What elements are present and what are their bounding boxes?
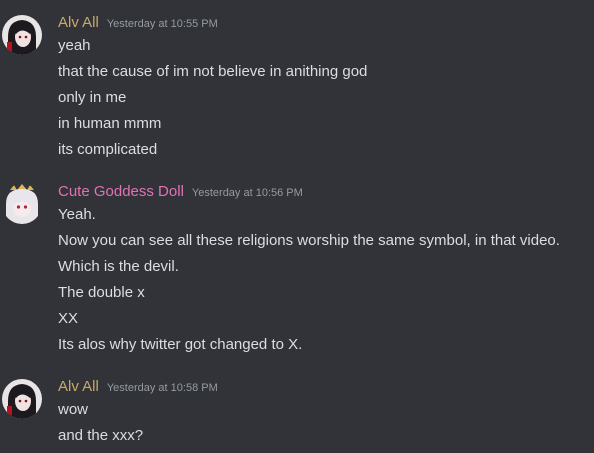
message-line: XX bbox=[58, 310, 79, 327]
message-line: Now you can see all these religions wors… bbox=[58, 232, 560, 249]
message-group-alv-2: Alv All Yesterday at 10:58 PM wow and th… bbox=[0, 365, 594, 453]
message-line: wow bbox=[58, 401, 89, 418]
message-line: Yeah. bbox=[58, 206, 96, 223]
message-line: Which is the devil. bbox=[58, 258, 179, 275]
message-line: yeah bbox=[58, 37, 91, 54]
user-avatar-goddess[interactable] bbox=[2, 184, 42, 224]
message-group-alv-1: Alv All Yesterday at 10:55 PM yeah that … bbox=[0, 0, 594, 170]
message-header: Alv All Yesterday at 10:55 PM bbox=[58, 14, 218, 34]
message-line: that the cause of im not believe in anit… bbox=[58, 63, 368, 80]
message-line: in human mmm bbox=[58, 115, 162, 132]
timestamp[interactable]: Yesterday at 10:56 PM bbox=[192, 187, 303, 199]
username[interactable]: Cute Goddess Doll bbox=[58, 183, 184, 200]
message-header: Alv All Yesterday at 10:58 PM bbox=[58, 378, 218, 398]
user-avatar-alv[interactable] bbox=[2, 15, 42, 55]
message-line: its complicated bbox=[58, 141, 158, 158]
chat-messages: Alv All Yesterday at 10:55 PM yeah that … bbox=[0, 0, 594, 453]
username[interactable]: Alv All bbox=[58, 378, 99, 395]
timestamp[interactable]: Yesterday at 10:58 PM bbox=[107, 382, 218, 394]
message-header: Cute Goddess Doll Yesterday at 10:56 PM bbox=[58, 183, 303, 203]
message-line: Its alos why twitter got changed to X. bbox=[58, 336, 303, 353]
message-line: and the xxx? bbox=[58, 427, 144, 444]
username[interactable]: Alv All bbox=[58, 14, 99, 31]
dark-haired-character-avatar-icon bbox=[2, 15, 42, 55]
timestamp[interactable]: Yesterday at 10:55 PM bbox=[107, 18, 218, 30]
message-line: The double x bbox=[58, 284, 145, 301]
message-group-goddess: Cute Goddess Doll Yesterday at 10:56 PM … bbox=[0, 170, 594, 365]
white-haired-character-avatar-icon bbox=[2, 184, 42, 224]
user-avatar-alv[interactable] bbox=[2, 379, 42, 419]
message-line: only in me bbox=[58, 89, 127, 106]
dark-haired-character-avatar-icon bbox=[2, 379, 42, 419]
